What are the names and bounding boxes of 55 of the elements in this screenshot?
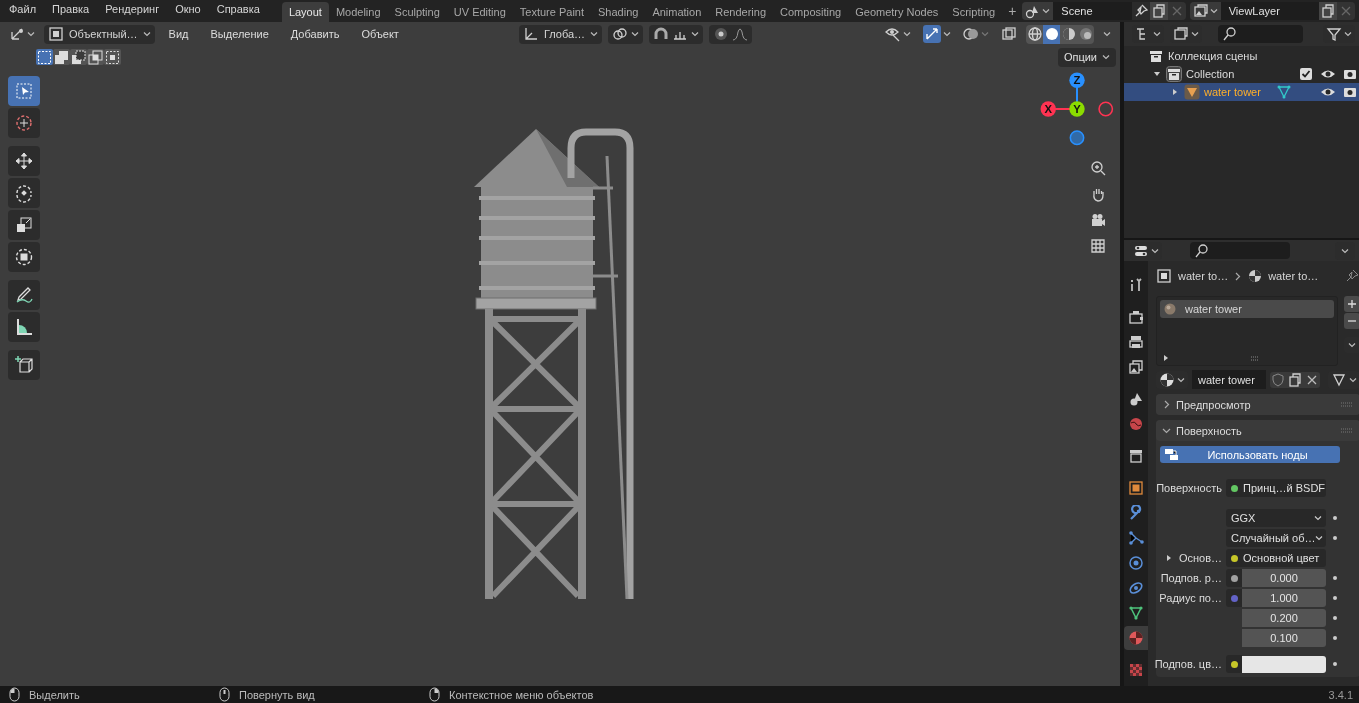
workspace-tab[interactable]: Shading [591, 2, 646, 22]
material-slot[interactable]: water tower [1160, 300, 1334, 318]
axis-handle[interactable]: Y [1069, 101, 1085, 117]
field-label: Подпов. р… [1160, 572, 1222, 584]
number-field[interactable]: 1.000 [1242, 589, 1326, 607]
panel-header[interactable]: Предпросмотр [1156, 394, 1359, 415]
version-label: 3.4.1 [1328, 688, 1353, 701]
menu-item[interactable]: Вид [160, 28, 197, 40]
options-dropdown[interactable]: Опции [1057, 47, 1116, 67]
breadcrumb-item: water to… [1268, 270, 1319, 282]
add-workspace-button[interactable]: + [1002, 2, 1023, 22]
mode-dropdown[interactable]: Объектный… [44, 24, 155, 44]
dropdown-field[interactable]: Случайный об… [1226, 529, 1326, 547]
workspace-tab[interactable]: UV Editing [446, 2, 513, 22]
node-link-field[interactable]: Принц…й BSDF [1226, 479, 1326, 497]
number-field[interactable]: 0.200 [1242, 609, 1326, 627]
menu-item[interactable]: Файл [1, 0, 45, 22]
status-hint: Повернуть вид [239, 688, 315, 701]
workspace-tab[interactable]: Texture Paint [512, 2, 591, 22]
material-name-field[interactable]: water tower [1192, 370, 1266, 389]
field-label: Поверхность [1156, 482, 1222, 494]
status-hint: Выделить [29, 688, 80, 701]
workspace-tab[interactable]: Modeling [328, 2, 388, 22]
dropdown-field[interactable]: GGX [1226, 509, 1326, 527]
menu-item[interactable]: Добавить [282, 28, 348, 40]
menu-item[interactable]: Выделение [202, 28, 277, 40]
orientation-dropdown[interactable]: Глоба… [518, 24, 603, 44]
number-field[interactable]: 0.000 [1242, 569, 1326, 587]
workspace-tab[interactable]: Animation [645, 2, 709, 22]
menu-item[interactable]: Окно [167, 0, 209, 22]
menu-item[interactable]: Правка [44, 0, 98, 22]
use-nodes-button[interactable]: Использовать ноды [1160, 446, 1340, 463]
node-link-field[interactable]: Основной цвет [1226, 549, 1326, 567]
workspace-tab[interactable]: Geometry Nodes [848, 2, 946, 22]
menu-item[interactable]: Объект [353, 28, 407, 40]
view-layer-name-field[interactable]: ViewLayer [1220, 2, 1319, 20]
workspace-tab[interactable]: Sculpting [387, 2, 447, 22]
workspace-tab[interactable]: Layout [281, 2, 329, 22]
status-hint: Контекстное меню объектов [449, 688, 594, 701]
workspace-tab[interactable]: Scripting [945, 2, 1003, 22]
number-field[interactable]: 0.100 [1242, 629, 1326, 647]
outliner-item[interactable]: Коллекция сцены [1168, 50, 1258, 62]
workspace-tab[interactable]: Rendering [708, 2, 774, 22]
menu-item[interactable]: Рендеринг [97, 0, 168, 22]
navigation-gizmo[interactable]: Z X Y [1038, 70, 1116, 148]
field-label: Подпов. цв… [1154, 658, 1222, 670]
menu-item[interactable]: Справка [208, 0, 268, 22]
field-label: Радиус по… [1159, 592, 1222, 604]
outliner-item[interactable]: Collection [1186, 68, 1235, 80]
breadcrumb-item: water to… [1178, 270, 1229, 282]
outliner-item[interactable]: water tower [1204, 86, 1261, 98]
field-label: Основ… [1178, 552, 1222, 564]
panel-header[interactable]: Поверхность [1156, 420, 1359, 441]
scene-name-field[interactable]: Scene [1053, 2, 1132, 20]
workspace-tab[interactable]: Compositing [773, 2, 849, 22]
